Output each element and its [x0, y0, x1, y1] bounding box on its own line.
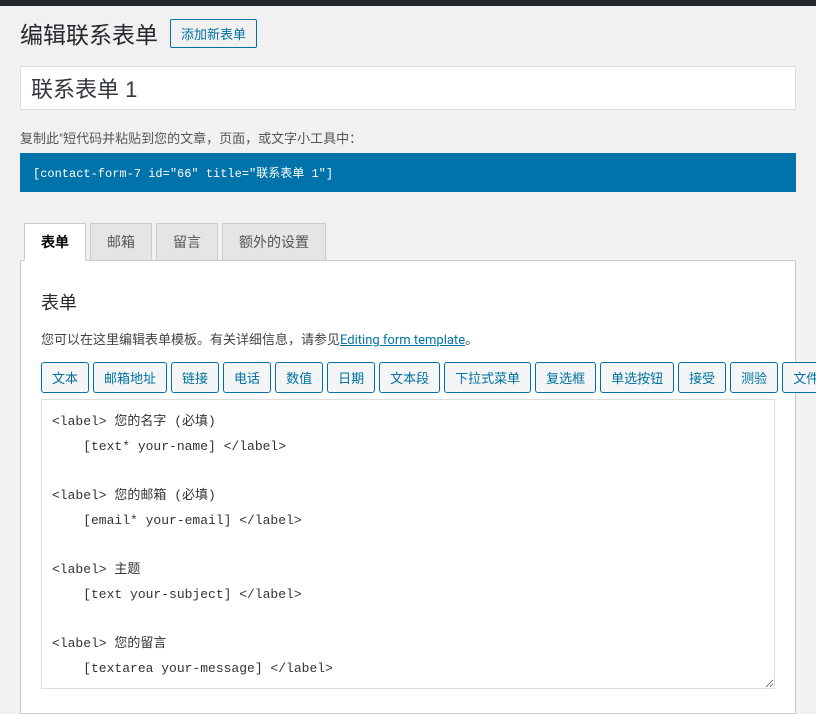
tag-btn-number[interactable]: 数值	[275, 362, 323, 393]
tab-mail[interactable]: 邮箱	[90, 223, 152, 261]
tag-btn-text[interactable]: 文本	[41, 362, 89, 393]
tag-btn-quiz[interactable]: 测验	[730, 362, 778, 393]
tag-buttons-row: 文本 邮箱地址 链接 电话 数值 日期 文本段 下拉式菜单 复选框 单选按钮 接…	[41, 362, 775, 393]
tab-additional[interactable]: 额外的设置	[222, 223, 326, 261]
tab-row: 表单 邮箱 留言 额外的设置	[20, 223, 796, 261]
tag-btn-checkbox[interactable]: 复选框	[535, 362, 596, 393]
tag-btn-email[interactable]: 邮箱地址	[93, 362, 167, 393]
page-wrap: 编辑联系表单 添加新表单 复制此"短代码并粘贴到您的文章，页面，或文字小工具中：…	[0, 6, 816, 714]
form-panel: 表单 您可以在这里编辑表单模板。有关详细信息，请参见Editing form t…	[20, 260, 796, 714]
tab-form[interactable]: 表单	[24, 223, 86, 261]
panel-desc-prefix: 您可以在这里编辑表单模板。有关详细信息，请参见	[41, 333, 340, 348]
tag-btn-radio[interactable]: 单选按钮	[600, 362, 674, 393]
tag-btn-tel[interactable]: 电话	[223, 362, 271, 393]
form-title-input[interactable]	[20, 66, 796, 110]
tabs-panel: 表单 邮箱 留言 额外的设置 表单 您可以在这里编辑表单模板。有关详细信息，请参…	[20, 222, 796, 714]
add-new-button[interactable]: 添加新表单	[170, 19, 257, 48]
tag-btn-textarea[interactable]: 文本段	[379, 362, 440, 393]
panel-desc-suffix: 。	[465, 333, 478, 348]
header-row: 编辑联系表单 添加新表单	[20, 16, 796, 50]
panel-title: 表单	[41, 289, 775, 315]
shortcode-box[interactable]: [contact-form-7 id="66" title="联系表单 1"]	[20, 153, 796, 192]
editing-template-link[interactable]: Editing form template	[340, 333, 465, 348]
page-title: 编辑联系表单	[20, 16, 158, 50]
shortcode-description: 复制此"短代码并粘贴到您的文章，页面，或文字小工具中：	[20, 128, 796, 147]
tag-btn-dropdown[interactable]: 下拉式菜单	[444, 362, 531, 393]
panel-description: 您可以在这里编辑表单模板。有关详细信息，请参见Editing form temp…	[41, 329, 775, 348]
tag-btn-date[interactable]: 日期	[327, 362, 375, 393]
tab-messages[interactable]: 留言	[156, 223, 218, 261]
form-template-textarea[interactable]	[41, 399, 775, 689]
tag-btn-url[interactable]: 链接	[171, 362, 219, 393]
tag-btn-acceptance[interactable]: 接受	[678, 362, 726, 393]
tag-btn-file[interactable]: 文件	[782, 362, 816, 393]
